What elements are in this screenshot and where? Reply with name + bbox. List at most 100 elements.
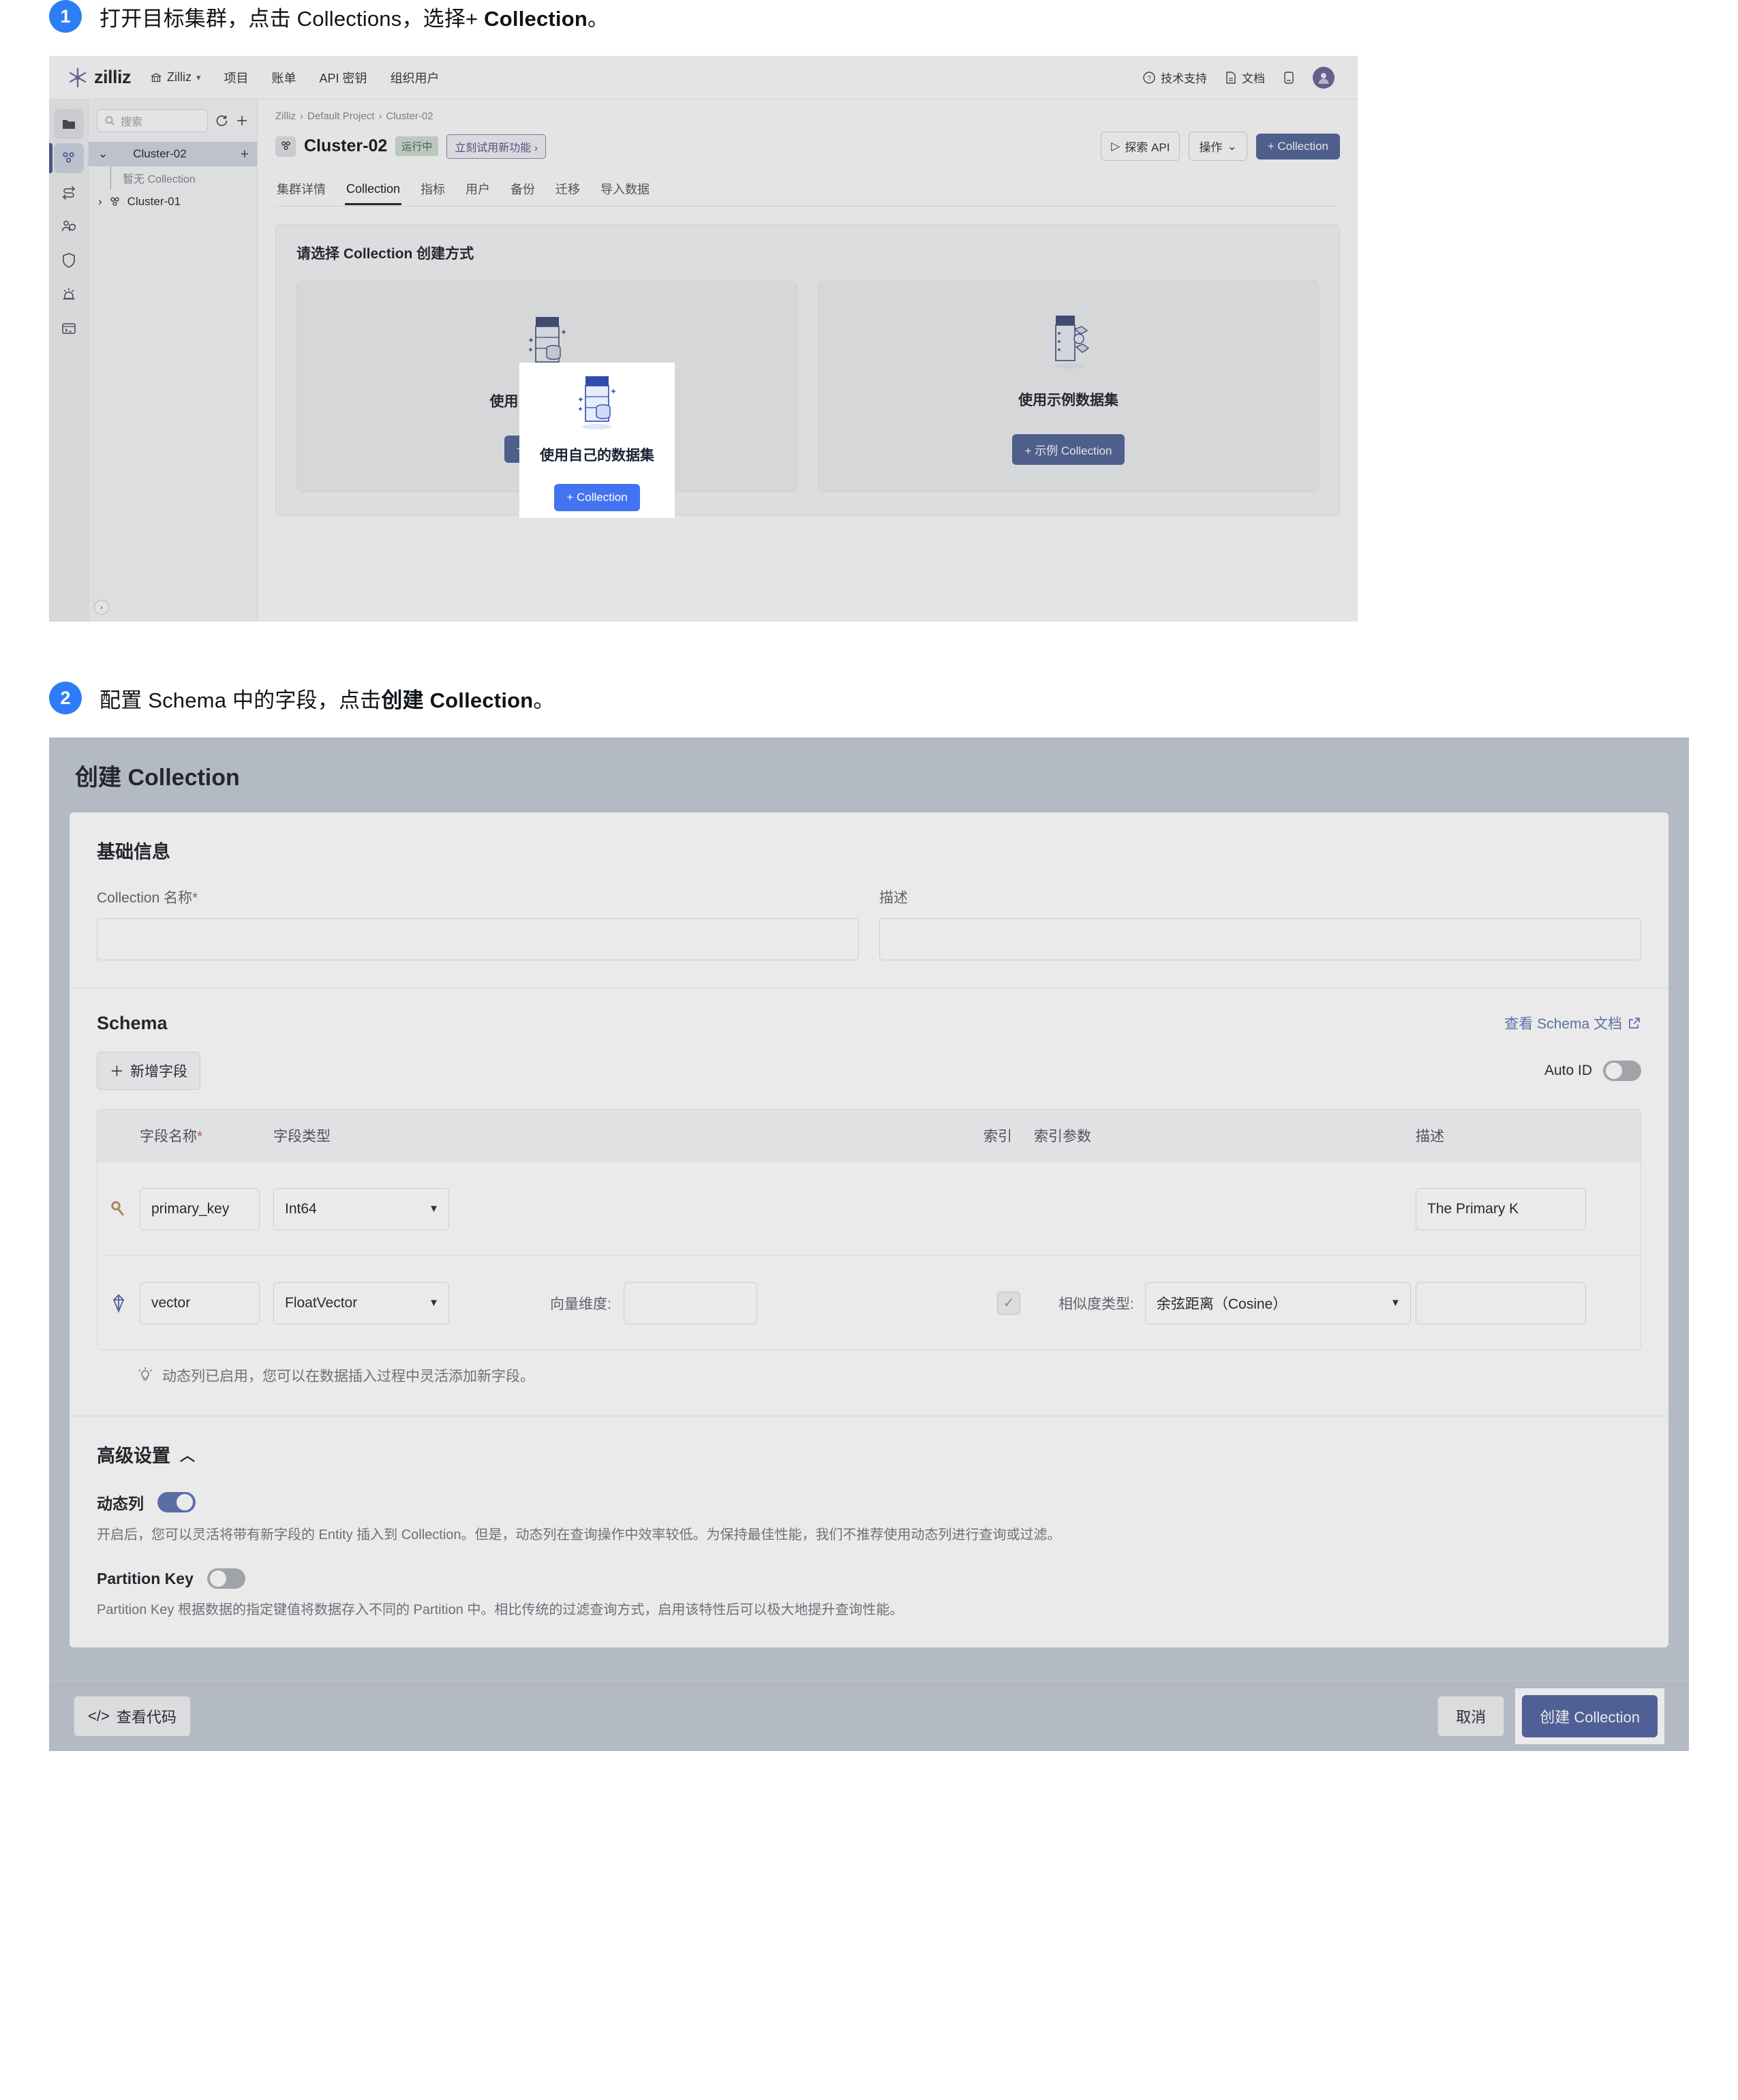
dynamic-column-label: 动态列 <box>97 1495 144 1512</box>
support-link[interactable]: ? 技术支持 <box>1142 69 1207 86</box>
field-name-input-vector[interactable]: vector <box>140 1281 260 1324</box>
operations-button[interactable]: 操作 ⌄ <box>1189 132 1247 161</box>
description-label: 描述 <box>879 890 908 906</box>
rail-item-alerts[interactable] <box>54 279 84 309</box>
nav-item-billing[interactable]: 账单 <box>272 69 296 87</box>
cancel-button[interactable]: 取消 <box>1437 1695 1505 1737</box>
index-checkbox[interactable]: ✓ <box>997 1291 1020 1315</box>
alert-icon <box>62 288 75 300</box>
field-type-select-primary[interactable]: Int64 ▼ <box>273 1187 449 1230</box>
tree-node-cluster-01[interactable]: › Cluster-01 <box>89 189 257 214</box>
add-collection-button[interactable]: + Collection <box>1255 133 1340 159</box>
tab-metrics[interactable]: 指标 <box>419 174 446 206</box>
vector-icon <box>112 1294 125 1313</box>
rail-item-user-access[interactable] <box>54 211 84 241</box>
field-type-select-vector[interactable]: FloatVector ▼ <box>273 1281 449 1324</box>
rail-item-console[interactable] <box>54 314 84 344</box>
basic-info-title: 基础信息 <box>97 842 170 862</box>
collapse-panel-button[interactable]: › <box>94 600 109 615</box>
explore-api-button[interactable]: ▷ 探索 API <box>1101 132 1180 161</box>
user-access-icon <box>61 220 76 232</box>
rail-item-clusters[interactable] <box>49 143 84 173</box>
sample-dataset-illustration <box>1039 309 1098 371</box>
spotlight-add-collection-button[interactable]: + Collection <box>554 484 640 511</box>
tab-import-data[interactable]: 导入数据 <box>599 174 651 206</box>
plus-icon[interactable] <box>235 114 249 127</box>
collection-name-input[interactable] <box>97 918 859 960</box>
dynamic-column-row: 动态列 <box>97 1491 1641 1514</box>
step-2-text: 配置 Schema 中的字段，点击创建 Collection。 <box>100 683 555 714</box>
card-sample-dataset[interactable]: 使用示例数据集 + 示例 Collection <box>818 281 1319 492</box>
org-selector[interactable]: Zilliz ▾ <box>150 70 201 85</box>
description-input[interactable] <box>879 918 1641 960</box>
step-2-badge: 2 <box>49 682 82 714</box>
nav-item-projects[interactable]: 项目 <box>224 69 249 87</box>
view-code-label: 查看代码 <box>116 1708 177 1726</box>
nav-item-api-keys[interactable]: API 密钥 <box>320 69 367 87</box>
partition-key-toggle[interactable] <box>207 1568 245 1589</box>
promo-badge[interactable]: 立刻试用新功能 › <box>446 134 547 159</box>
schema-header: Schema 查看 Schema 文档 <box>97 1013 1641 1034</box>
app-body: 搜索 ⌄ Cluster-02 + 暂无 Collection › Cluste… <box>49 100 1358 622</box>
tab-backup[interactable]: 备份 <box>509 174 536 206</box>
refresh-icon[interactable] <box>215 114 228 127</box>
trash-icon[interactable] <box>1283 70 1295 85</box>
add-field-label: 新增字段 <box>130 1064 187 1080</box>
field-name-input-primary[interactable]: primary_key <box>140 1187 260 1230</box>
tab-cluster-detail[interactable]: 集群详情 <box>275 174 327 206</box>
docs-link[interactable]: 文档 <box>1225 69 1265 86</box>
create-collection-spotlight: 创建 Collection <box>1515 1688 1664 1744</box>
schema-table-header: 字段名称* 字段类型 索引 索引参数 描述 <box>97 1110 1641 1161</box>
dimension-input[interactable] <box>623 1281 757 1324</box>
brand-logo[interactable]: zilliz <box>67 67 132 89</box>
cluster-icon <box>63 152 74 163</box>
chevron-down-icon: ▼ <box>1390 1297 1401 1309</box>
view-code-button[interactable]: </> 查看代码 <box>74 1695 191 1737</box>
schema-doc-link[interactable]: 查看 Schema 文档 <box>1504 1013 1641 1033</box>
metric-type-select[interactable]: 余弦距离（Cosine） ▼ <box>1144 1281 1411 1324</box>
zilliz-star-icon <box>69 67 87 87</box>
chevron-up-icon: ︿ <box>180 1446 196 1464</box>
avatar[interactable] <box>1313 66 1335 89</box>
auto-id-toggle[interactable] <box>1603 1061 1641 1081</box>
collection-name-label: Collection 名称* <box>97 887 859 907</box>
tab-collection[interactable]: Collection <box>345 177 402 205</box>
metric-type-value: 余弦距离（Cosine） <box>1156 1296 1287 1312</box>
dimension-label: 向量维度: <box>550 1296 611 1312</box>
footer-actions: 取消 创建 Collection <box>1437 1688 1664 1744</box>
svg-text:?: ? <box>1147 75 1151 82</box>
nav-item-org-users[interactable]: 组织用户 <box>391 69 440 87</box>
rail-item-projects[interactable] <box>53 109 84 139</box>
dynamic-column-toggle[interactable] <box>157 1492 196 1512</box>
add-collection-icon[interactable]: + <box>241 147 249 162</box>
search-input[interactable]: 搜索 <box>97 109 208 132</box>
step-2-heading: 2 配置 Schema 中的字段，点击创建 Collection。 <box>0 682 1738 714</box>
description-field: 描述 <box>879 887 1641 960</box>
card-sample-dataset-button[interactable]: + 示例 Collection <box>1012 433 1125 465</box>
column-header-field-name: 字段名称* <box>140 1125 273 1146</box>
breadcrumb-org[interactable]: Zilliz <box>275 110 296 122</box>
org-name: Zilliz <box>167 70 192 84</box>
advanced-settings-header[interactable]: 高级设置 ︿ <box>97 1441 1641 1467</box>
cluster-icon <box>114 148 127 161</box>
field-description-input-primary[interactable]: The Primary K <box>1416 1187 1586 1230</box>
spotlight-own-dataset-card[interactable]: 使用自己的数据集 + Collection <box>519 363 675 518</box>
rail-item-migration[interactable] <box>54 177 84 207</box>
create-collection-button[interactable]: 创建 Collection <box>1522 1694 1658 1737</box>
metric-type-label: 相似度类型: <box>1058 1296 1134 1312</box>
step-2-text-before: 配置 Schema 中的字段，点击 <box>100 688 382 712</box>
tree-node-cluster-02[interactable]: ⌄ Cluster-02 + <box>89 142 257 166</box>
support-label: 技术支持 <box>1161 72 1207 85</box>
step-2-text-bold: 创建 Collection <box>381 688 534 712</box>
tab-users[interactable]: 用户 <box>464 174 491 206</box>
field-type-value-primary: Int64 <box>285 1200 317 1217</box>
schema-row-primary-key: primary_key Int64 ▼ The Primary K <box>97 1161 1641 1256</box>
breadcrumb-cluster[interactable]: Cluster-02 <box>386 110 433 122</box>
field-description-input-vector[interactable] <box>1416 1281 1586 1324</box>
tab-migration[interactable]: 迁移 <box>554 174 581 206</box>
spotlight-card-label: 使用自己的数据集 <box>540 448 654 463</box>
rail-item-security[interactable] <box>54 245 84 275</box>
chevron-down-icon: ▾ <box>196 72 201 82</box>
add-field-button[interactable]: ＋ 新增字段 <box>97 1052 200 1090</box>
breadcrumb-project[interactable]: Default Project <box>307 110 374 122</box>
